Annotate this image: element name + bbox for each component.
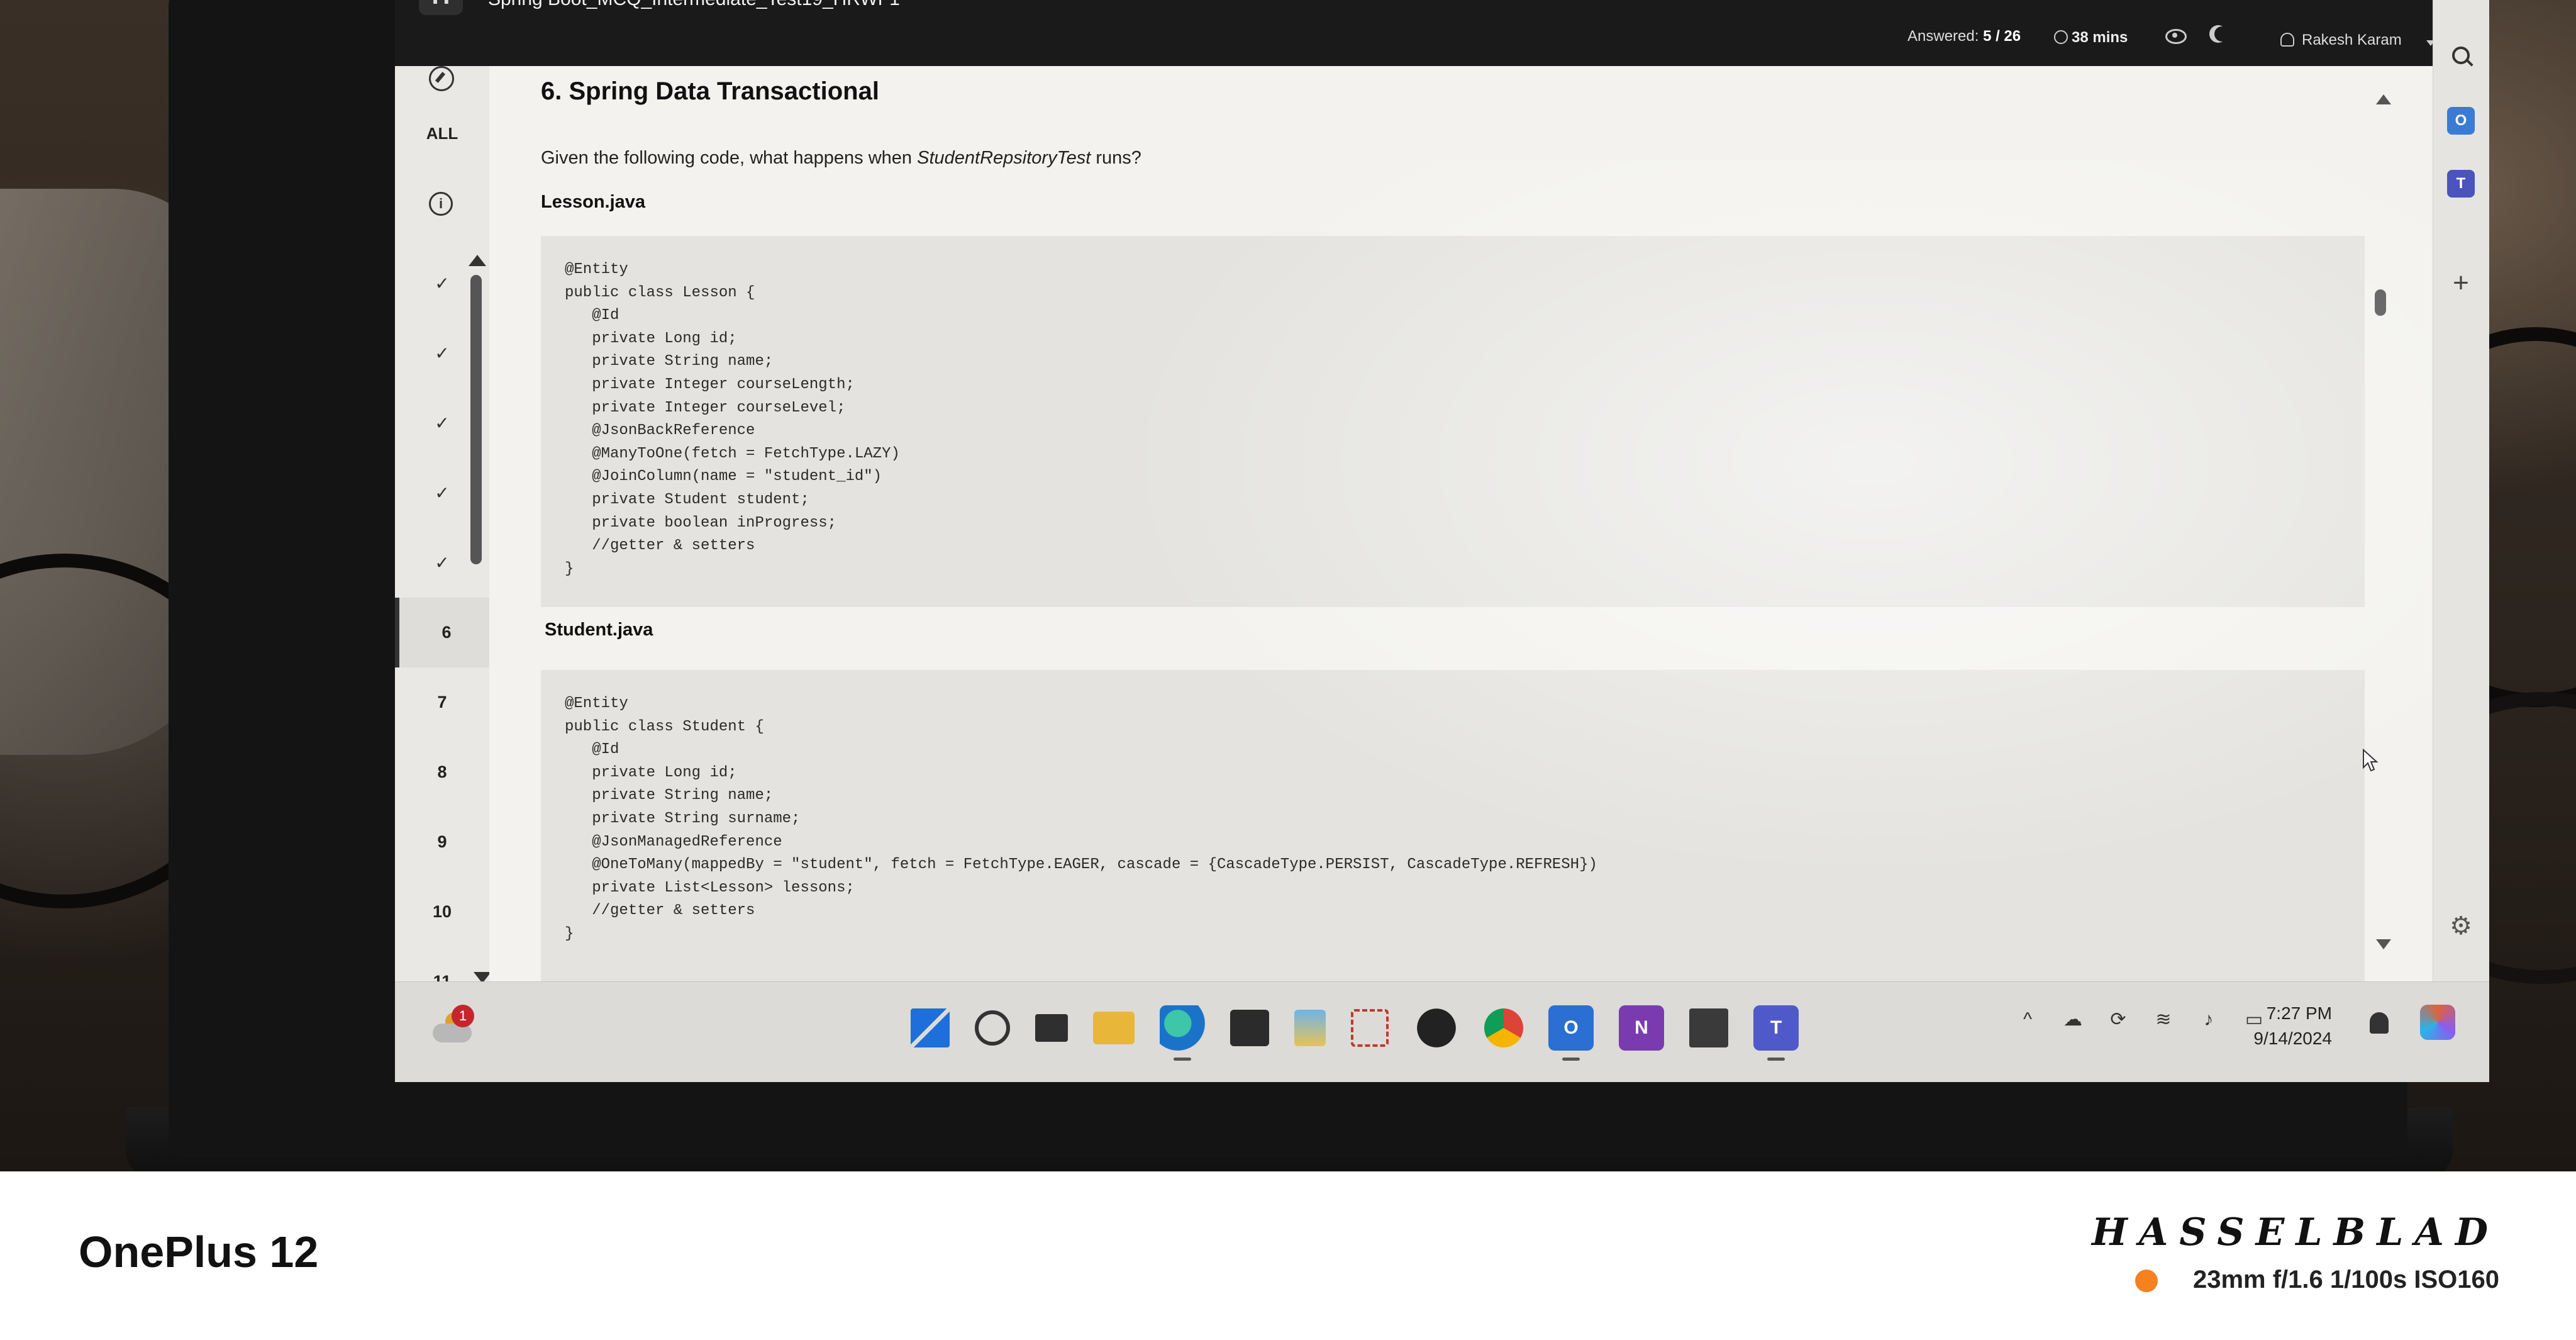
question-prompt: Given the following code, what happens w… bbox=[541, 148, 1141, 169]
clock-icon bbox=[2054, 30, 2068, 44]
orange-dot-icon bbox=[2135, 1270, 2158, 1292]
gear-icon[interactable]: ⚙ bbox=[2447, 912, 2475, 940]
mouse-cursor-icon bbox=[2363, 749, 2379, 772]
store-icon[interactable] bbox=[1230, 1010, 1269, 1046]
top-bar: H Spring Boot_MCQ_Intermediate_Test19_HR… bbox=[395, 0, 2435, 66]
outlook-icon[interactable]: O bbox=[1548, 1005, 1594, 1061]
question-list: ✓ ✓ ✓ ✓ ✓ 6 7 8 9 10 11 bbox=[395, 248, 494, 1017]
scroll-up-icon[interactable] bbox=[2376, 94, 2391, 104]
prompt-class-name: StudentRepsitoryTest bbox=[917, 148, 1091, 168]
eye-icon[interactable] bbox=[2165, 29, 2187, 44]
dark-mode-icon[interactable] bbox=[2214, 26, 2229, 42]
bell-icon[interactable] bbox=[2370, 1012, 2389, 1034]
edge-icon[interactable] bbox=[1160, 1005, 1205, 1061]
eclipse-icon[interactable] bbox=[1414, 1005, 1459, 1051]
notification-badge: 1 bbox=[452, 1005, 474, 1027]
answered-counter: Answered: 5 / 26 bbox=[1907, 28, 2021, 45]
maps-icon[interactable] bbox=[1294, 1010, 1326, 1046]
test-title: Spring Boot_MCQ_Intermediate_Test19_HRWF… bbox=[488, 0, 900, 10]
question-item[interactable]: ✓ bbox=[395, 248, 489, 318]
hasselblad-logo: HASSELBLAD bbox=[2092, 1210, 2499, 1254]
more-options-icon[interactable]: ··· bbox=[2382, 0, 2411, 7]
laptop-screen: H Spring Boot_MCQ_Intermediate_Test19_HR… bbox=[395, 0, 2489, 1082]
copilot-icon[interactable] bbox=[2420, 1005, 2455, 1040]
file-name: Student.java bbox=[545, 620, 653, 640]
all-questions-button[interactable]: ALL bbox=[395, 124, 489, 143]
clock[interactable]: 7:27 PM 9/14/2024 bbox=[2244, 1001, 2332, 1051]
question-item[interactable]: ✓ bbox=[395, 528, 489, 598]
phone-model: OnePlus 12 bbox=[79, 1227, 319, 1276]
add-icon[interactable]: + bbox=[2447, 269, 2475, 297]
windows-taskbar: 1 O N T ^ ☁ ⟳ ≋ ♪ ▭ 7:27 PM 9/14/2024 bbox=[395, 981, 2489, 1082]
question-item[interactable]: ✓ bbox=[395, 318, 489, 388]
teams-icon[interactable]: T bbox=[2447, 170, 2475, 198]
question-item[interactable]: ✓ bbox=[395, 388, 489, 458]
laptop-bezel: H Spring Boot_MCQ_Intermediate_Test19_HR… bbox=[169, 0, 2489, 1158]
timer-value: 38 mins bbox=[2072, 29, 2128, 46]
question-panel: 6. Spring Data Transactional Given the f… bbox=[489, 66, 2433, 981]
clock-time: 7:27 PM bbox=[2266, 1003, 2332, 1023]
clock-date: 9/14/2024 bbox=[2253, 1029, 2332, 1048]
sticky-notes-icon[interactable] bbox=[1689, 1008, 1728, 1047]
search-icon[interactable] bbox=[2447, 43, 2475, 70]
question-nav: ALL i ✓ ✓ ✓ ✓ ✓ 6 7 8 9 10 11 bbox=[395, 66, 494, 991]
chevron-up-icon[interactable]: ^ bbox=[2014, 1007, 2041, 1032]
brand-logo: H bbox=[419, 0, 463, 15]
answered-value: 5 / 26 bbox=[1983, 28, 2021, 45]
snipping-tool-icon[interactable] bbox=[1351, 1009, 1389, 1047]
start-icon[interactable] bbox=[911, 1008, 950, 1047]
question-item[interactable]: 8 bbox=[395, 737, 489, 807]
code-block: @Entity public class Lesson { @Id privat… bbox=[541, 236, 2365, 607]
code-block: @Entity public class Student { @Id priva… bbox=[541, 670, 2365, 981]
user-name: Rakesh Karam bbox=[2302, 31, 2402, 48]
camera-watermark: OnePlus 12 HASSELBLAD 23mm f/1.6 1/100s … bbox=[0, 1171, 2576, 1340]
onenote-icon[interactable]: N bbox=[1619, 1005, 1664, 1051]
file-name: Lesson.java bbox=[541, 192, 646, 212]
file-explorer-icon[interactable] bbox=[1093, 1012, 1135, 1044]
system-tray: ^ ☁ ⟳ ≋ ♪ ▭ bbox=[2014, 1007, 2267, 1032]
question-item[interactable]: 9 bbox=[395, 807, 489, 877]
content-scrollbar[interactable] bbox=[2375, 289, 2386, 316]
code-text: @Entity public class Lesson { @Id privat… bbox=[565, 261, 900, 578]
question-item[interactable]: 7 bbox=[395, 667, 489, 737]
onedrive-icon[interactable]: ☁ bbox=[2060, 1007, 2086, 1032]
edge-sidebar: O T + ⚙ bbox=[2433, 0, 2489, 981]
question-item-current[interactable]: 6 bbox=[395, 598, 494, 667]
info-icon[interactable]: i bbox=[429, 192, 453, 216]
answered-label: Answered: bbox=[1907, 28, 1984, 45]
question-item[interactable]: ✓ bbox=[395, 458, 489, 528]
user-icon bbox=[2280, 33, 2294, 47]
pinned-apps: O N T bbox=[911, 993, 1799, 1063]
prompt-text-end: runs? bbox=[1091, 148, 1141, 168]
volume-icon[interactable]: ♪ bbox=[2196, 1007, 2222, 1032]
wifi-icon[interactable]: ≋ bbox=[2150, 1007, 2177, 1032]
search-icon[interactable] bbox=[975, 1010, 1010, 1046]
scroll-down-icon[interactable] bbox=[2376, 939, 2391, 949]
chrome-icon[interactable] bbox=[1484, 1008, 1523, 1047]
camera-settings: 23mm f/1.6 1/100s ISO160 bbox=[2193, 1266, 2499, 1293]
prompt-text: Given the following code, what happens w… bbox=[541, 148, 918, 168]
task-view-icon[interactable] bbox=[1035, 1014, 1068, 1042]
compass-icon[interactable] bbox=[429, 66, 454, 91]
code-text: @Entity public class Student { @Id priva… bbox=[565, 695, 1597, 942]
teams-icon[interactable]: T bbox=[1753, 1005, 1799, 1061]
timer: 38 mins bbox=[2054, 29, 2128, 47]
outlook-icon[interactable]: O bbox=[2447, 107, 2475, 135]
question-item[interactable]: 10 bbox=[395, 877, 489, 947]
sync-icon[interactable]: ⟳ bbox=[2105, 1007, 2131, 1032]
question-title: 6. Spring Data Transactional bbox=[541, 77, 879, 105]
user-menu[interactable]: Rakesh Karam bbox=[2280, 31, 2402, 49]
photo-background: H Spring Boot_MCQ_Intermediate_Test19_HR… bbox=[0, 0, 2576, 1171]
